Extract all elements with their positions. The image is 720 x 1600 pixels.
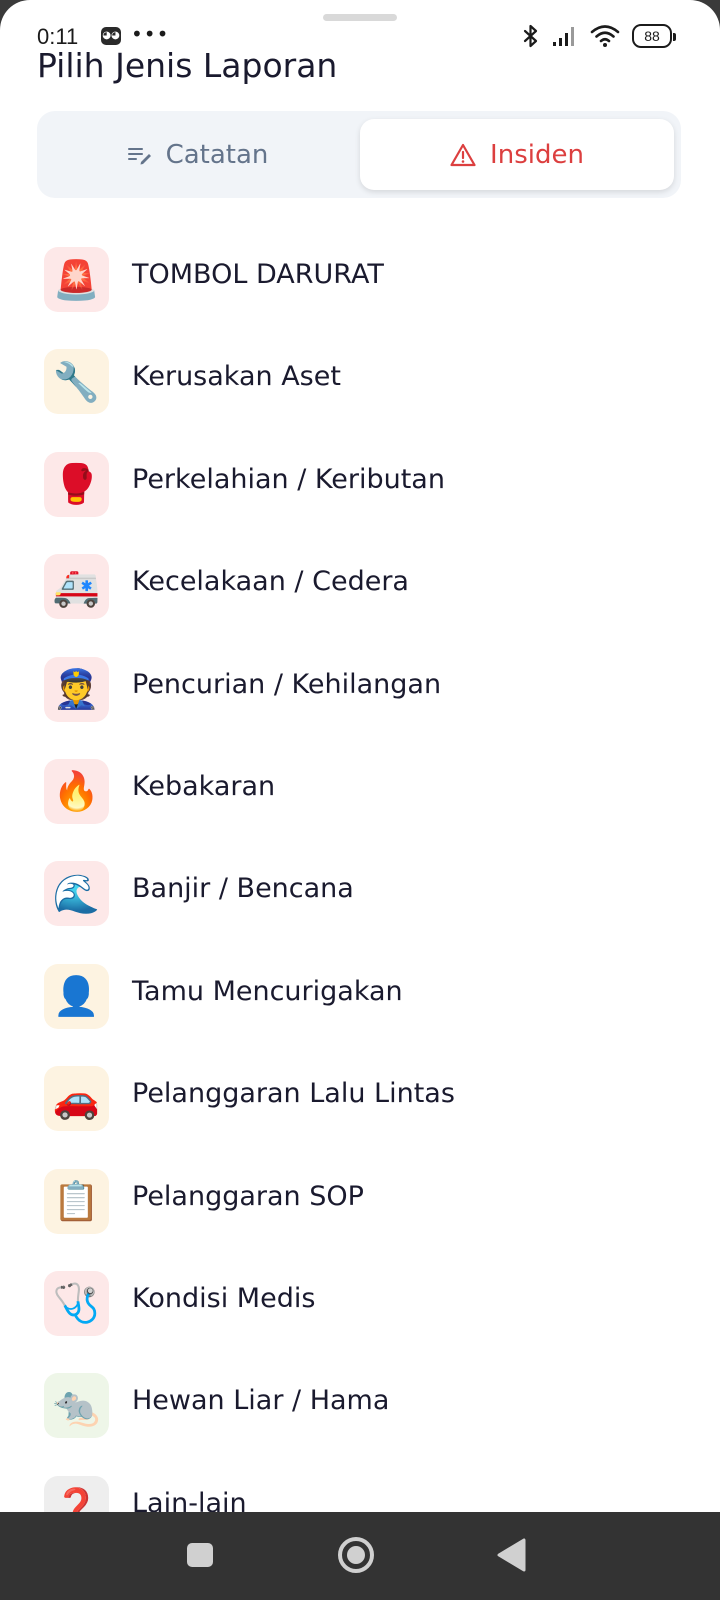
list-item-label: TOMBOL DARURAT xyxy=(132,259,384,290)
list-item-label: Kerusakan Aset xyxy=(132,361,341,393)
boxing-glove-icon: 🥊 xyxy=(44,451,109,517)
list-item-hewan-liar[interactable]: 🐀 Hewan Liar / Hama xyxy=(0,1368,720,1470)
square-icon xyxy=(187,1543,213,1567)
list-item-label: Lain-lain xyxy=(132,1487,247,1512)
list-item-label: Pelanggaran Lalu Lintas xyxy=(132,1078,455,1110)
water-wave-icon: 🌊 xyxy=(44,861,109,927)
rat-icon: 🐀 xyxy=(44,1373,109,1439)
list-item-label: Tamu Mencurigakan xyxy=(132,975,403,1007)
list-item-perkelahian[interactable]: 🥊 Perkelahian / Keributan xyxy=(0,447,720,549)
battery-indicator: 88 xyxy=(632,24,676,48)
clipboard-icon: 📋 xyxy=(44,1168,109,1234)
tab-catatan-label: Catatan xyxy=(165,139,269,170)
list-item-label: Perkelahian / Keributan xyxy=(132,463,445,495)
list-item-label: Kecelakaan / Cedera xyxy=(132,566,409,598)
list-item-banjir[interactable]: 🌊 Banjir / Bencana xyxy=(0,856,720,958)
list-item-label: Kebakaran xyxy=(132,770,276,802)
fire-icon: 🔥 xyxy=(44,758,109,824)
notification-app-icon: ◕◕ xyxy=(101,27,121,45)
system-navigation-bar xyxy=(0,1512,720,1600)
person-silhouette-icon: 👤 xyxy=(44,963,109,1029)
incident-type-list: 🚨 TOMBOL DARURAT 🔧 Kerusakan Aset 🥊 Perk… xyxy=(0,242,720,1512)
status-icons: 88 xyxy=(522,22,676,50)
list-item-kebakaran[interactable]: 🔥 Kebakaran xyxy=(0,754,720,856)
signal-icon xyxy=(553,27,574,46)
list-item-lain-lain[interactable]: ❓ Lain-lain xyxy=(0,1471,720,1512)
list-item-kecelakaan[interactable]: 🚑 Kecelakaan / Cedera xyxy=(0,549,720,651)
list-item-pencurian[interactable]: 👮 Pencurian / Kehilangan xyxy=(0,652,720,754)
question-mark-icon: ❓ xyxy=(44,1475,109,1512)
police-officer-icon: 👮 xyxy=(44,656,109,722)
stethoscope-icon: 🩺 xyxy=(44,1270,109,1336)
bluetooth-icon xyxy=(523,24,538,48)
list-item-label: Kondisi Medis xyxy=(132,1282,316,1314)
wrench-icon: 🔧 xyxy=(44,349,109,415)
tab-insiden[interactable]: Insiden xyxy=(360,119,674,190)
list-item-tamu-mencurigakan[interactable]: 👤 Tamu Mencurigakan xyxy=(0,959,720,1061)
recents-button[interactable] xyxy=(170,1530,230,1580)
bottom-sheet: 0:11 ◕◕ ••• 88 Pilih Jenis Laporan Catat… xyxy=(0,0,720,1512)
tab-insiden-label: Insiden xyxy=(490,139,584,170)
circle-icon xyxy=(338,1537,374,1573)
report-type-tabs: Catatan Insiden xyxy=(37,111,681,198)
list-item-kerusakan-aset[interactable]: 🔧 Kerusakan Aset xyxy=(0,344,720,446)
back-triangle-icon xyxy=(497,1538,526,1572)
list-item-label: Pencurian / Kehilangan xyxy=(132,668,442,700)
list-item-label: Hewan Liar / Hama xyxy=(132,1385,390,1417)
list-item-kondisi-medis[interactable]: 🩺 Kondisi Medis xyxy=(0,1266,720,1368)
wifi-icon xyxy=(590,25,620,47)
car-icon: 🚗 xyxy=(44,1066,109,1132)
home-button[interactable] xyxy=(326,1530,386,1580)
list-item-tombol-darurat[interactable]: 🚨 TOMBOL DARURAT xyxy=(0,242,720,344)
list-item-label: Pelanggaran SOP xyxy=(132,1180,364,1212)
list-item-label: Banjir / Bencana xyxy=(132,873,354,905)
ambulance-icon: 🚑 xyxy=(44,554,109,620)
more-notifications-icon: ••• xyxy=(131,22,170,46)
back-button[interactable] xyxy=(483,1530,543,1580)
notes-edit-icon xyxy=(127,147,151,164)
list-item-pelanggaran-lalu-lintas[interactable]: 🚗 Pelanggaran Lalu Lintas xyxy=(0,1061,720,1163)
warning-triangle-icon xyxy=(450,143,476,166)
siren-icon: 🚨 xyxy=(44,247,109,312)
list-item-pelanggaran-sop[interactable]: 📋 Pelanggaran SOP xyxy=(0,1164,720,1266)
page-title: Pilih Jenis Laporan xyxy=(37,46,338,85)
tab-catatan[interactable]: Catatan xyxy=(43,119,353,190)
